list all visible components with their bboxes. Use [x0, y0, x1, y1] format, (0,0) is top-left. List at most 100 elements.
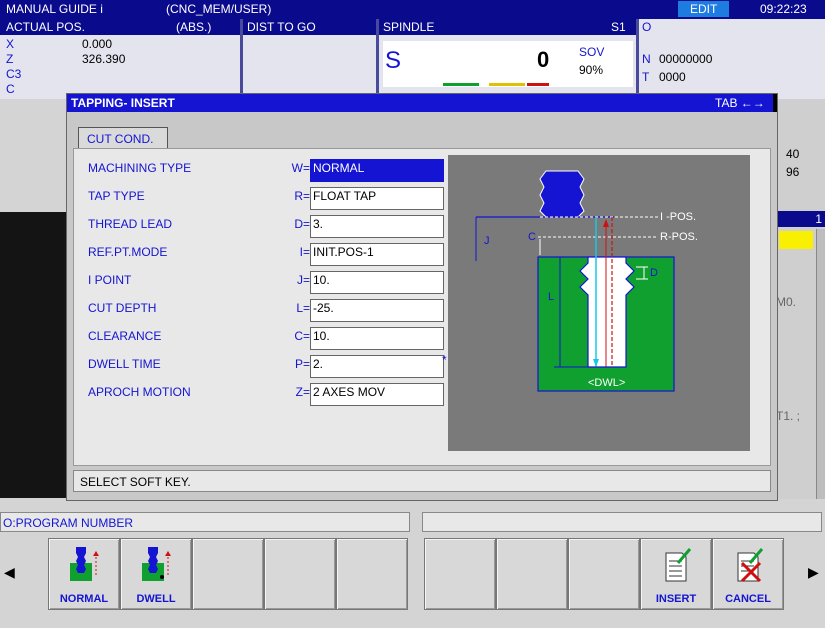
message-bar: SELECT SOFT KEY.	[73, 470, 771, 492]
right-scrollbar[interactable]	[816, 229, 825, 499]
field-label-clearance: CLEARANCE	[88, 329, 162, 343]
ref-pt-mode-field[interactable]: INIT.POS-1	[310, 243, 444, 266]
field-letter-w: W=	[291, 161, 310, 175]
tapped-hole-shape	[579, 256, 635, 368]
tap-normal-icon	[70, 547, 99, 581]
softkey-6[interactable]	[424, 538, 496, 610]
tab-cut-cond[interactable]: CUT COND.	[78, 127, 168, 149]
actual-position-title: ACTUAL POS.	[6, 20, 85, 34]
title-edge	[773, 94, 777, 112]
field-letter-j: J=	[296, 273, 310, 287]
spindle-panel: SPINDLE S1 S 0 SOV 90%	[376, 19, 636, 99]
field-letter-l: L=	[296, 301, 310, 315]
tool-holder-shape	[539, 170, 585, 218]
aproch-motion-field[interactable]: 2 AXES MOV	[310, 383, 444, 406]
i-pos-label: I -POS.	[660, 211, 697, 223]
tapping-diagram-svg	[475, 170, 675, 392]
softkey-8[interactable]	[568, 538, 640, 610]
tap-dwell-icon	[142, 547, 171, 581]
load-bar-red	[527, 83, 549, 86]
axis-c3-label: C3	[6, 67, 22, 81]
load-bar-yellow	[489, 83, 525, 86]
dwell-time-field[interactable]: 2.	[310, 355, 444, 378]
spindle-id: S1	[611, 20, 626, 34]
tap-type-field[interactable]: FLOAT TAP	[310, 187, 444, 210]
softkey-left-arrow-icon[interactable]: ◀	[4, 564, 15, 581]
field-letter-i: I=	[299, 245, 310, 259]
field-label-machining-type: MACHINING TYPE	[88, 161, 192, 175]
right-value-4: M0.	[776, 295, 797, 309]
dwell-label: <DWL>	[588, 377, 626, 389]
t-value: 0000	[659, 70, 686, 84]
title-bar: MANUAL GUIDE i (CNC_MEM/USER) EDIT 09:22…	[0, 0, 825, 19]
mode-badge: EDIT	[678, 1, 730, 17]
right-value-2: 96	[786, 165, 800, 179]
spindle-title: SPINDLE	[383, 20, 435, 34]
clock: 09:22:23	[760, 2, 807, 16]
clearance-field[interactable]: 10.	[310, 327, 444, 350]
softkey-insert-label: INSERT	[655, 593, 697, 605]
field-label-tap-type: TAP TYPE	[88, 189, 145, 203]
actual-position-header: ACTUAL POS. (ABS.)	[0, 19, 240, 35]
softkey-cancel-label: CANCEL	[725, 593, 771, 605]
softkey-7[interactable]	[496, 538, 568, 610]
d-dimension-label: D	[650, 267, 658, 279]
softkey-normal-label: NORMAL	[59, 593, 109, 605]
softkey-dwell[interactable]: DWELL	[120, 538, 192, 610]
n-label: N	[642, 52, 651, 66]
j-dimension-label: J	[484, 235, 490, 247]
t-label: T	[642, 70, 650, 84]
thread-lead-field[interactable]: 3.	[310, 215, 444, 238]
right-header-value: 1	[815, 212, 822, 226]
softkey-3[interactable]	[192, 538, 264, 610]
app-name: MANUAL GUIDE i	[6, 2, 103, 16]
actual-position-panel: ACTUAL POS. (ABS.) X 0.000 Z 326.390 C3 …	[0, 19, 240, 99]
axis-z-value: 326.390	[82, 52, 126, 66]
form-area: MACHINING TYPE W= NORMAL TAP TYPE R= FLO…	[73, 148, 771, 466]
program-view-left	[0, 212, 67, 498]
program-path: (CNC_MEM/USER)	[166, 2, 272, 16]
dialog-title: TAPPING- INSERT	[71, 96, 175, 110]
cut-depth-field[interactable]: -25.	[310, 299, 444, 322]
i-point-field[interactable]: 10.	[310, 271, 444, 294]
cancel-document-icon	[737, 548, 764, 583]
c-dimension-label: C	[528, 231, 536, 243]
field-letter-c: C=	[294, 329, 310, 343]
program-view-right: 40 96 1 M0. T1. ;	[776, 99, 825, 499]
right-value-1: 40	[786, 147, 800, 161]
axis-c-label: C	[6, 82, 15, 96]
status-bar-left: O:PROGRAM NUMBER	[0, 512, 410, 532]
dist-to-go-panel: DIST TO GO	[240, 19, 376, 99]
tapping-insert-dialog: TAPPING- INSERT TAB ←→ CUT COND. MACHINI…	[66, 93, 778, 501]
machining-type-field[interactable]: NORMAL	[310, 159, 444, 182]
coordinate-mode: (ABS.)	[176, 20, 212, 34]
dialog-title-bar: TAPPING- INSERT TAB ←→	[67, 94, 777, 112]
n-value: 00000000	[659, 52, 713, 66]
tab-switch-hint: TAB ←→	[715, 96, 765, 110]
tapping-diagram: I -POS. R-POS. J C L D <DWL>	[448, 155, 750, 451]
softkey-normal[interactable]: NORMAL	[48, 538, 120, 610]
field-label-ref-pt-mode: REF.PT.MODE	[88, 245, 168, 259]
softkey-insert[interactable]: INSERT	[640, 538, 712, 610]
softkey-dwell-label: DWELL	[136, 593, 176, 605]
softkey-4[interactable]	[264, 538, 336, 610]
right-value-5: T1. ;	[776, 409, 801, 423]
l-dimension-label: L	[548, 291, 555, 303]
o-label: O	[642, 20, 652, 34]
softkey-5[interactable]	[336, 538, 408, 610]
spindle-speed: 0	[537, 47, 550, 72]
sov-value: 90%	[579, 63, 604, 77]
field-label-thread-lead: THREAD LEAD	[88, 217, 173, 231]
softkey-right-arrow-icon[interactable]: ▶	[808, 564, 819, 581]
dist-to-go-title: DIST TO GO	[247, 20, 316, 34]
field-letter-z: Z=	[295, 385, 310, 399]
field-label-i-point: I POINT	[88, 273, 132, 287]
softkey-cancel[interactable]: CANCEL	[712, 538, 784, 610]
field-label-cut-depth: CUT DEPTH	[88, 301, 157, 315]
right-header: 1	[776, 211, 825, 227]
status-bar-right	[422, 512, 822, 532]
dwell-marker: *	[442, 353, 447, 367]
message-text: SELECT SOFT KEY.	[80, 475, 191, 489]
spindle-letter: S	[385, 47, 402, 74]
axis-x-label: X	[6, 37, 15, 51]
